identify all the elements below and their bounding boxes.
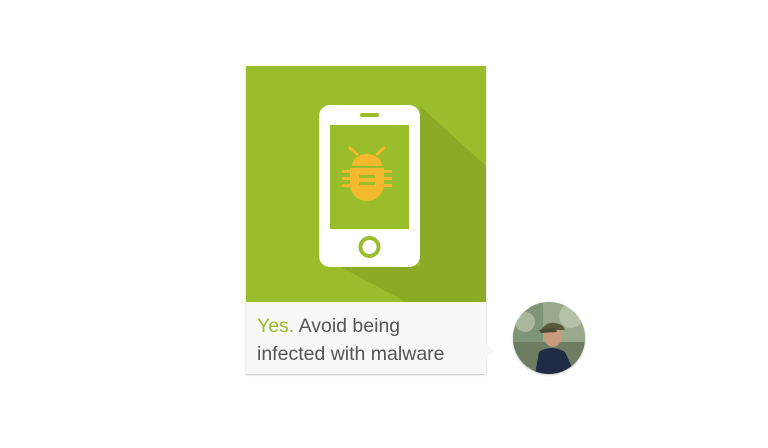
message-card[interactable]: Yes. Avoid being infected with malware — [246, 66, 494, 374]
user-avatar-photo — [513, 302, 585, 374]
phone-with-bug-icon — [319, 105, 486, 302]
user-avatar[interactable] — [513, 302, 585, 374]
message-hero-image — [246, 66, 486, 302]
message-text-line2: infected with malware — [257, 343, 445, 365]
message-caption: Yes. Avoid being infected with malware — [246, 302, 486, 374]
message-emphasis: Yes. — [257, 315, 295, 337]
chat-stage: Yes. Avoid being infected with malware — [0, 0, 768, 448]
bubble-tail — [486, 344, 494, 358]
message-text-line1: Avoid being — [298, 315, 401, 337]
